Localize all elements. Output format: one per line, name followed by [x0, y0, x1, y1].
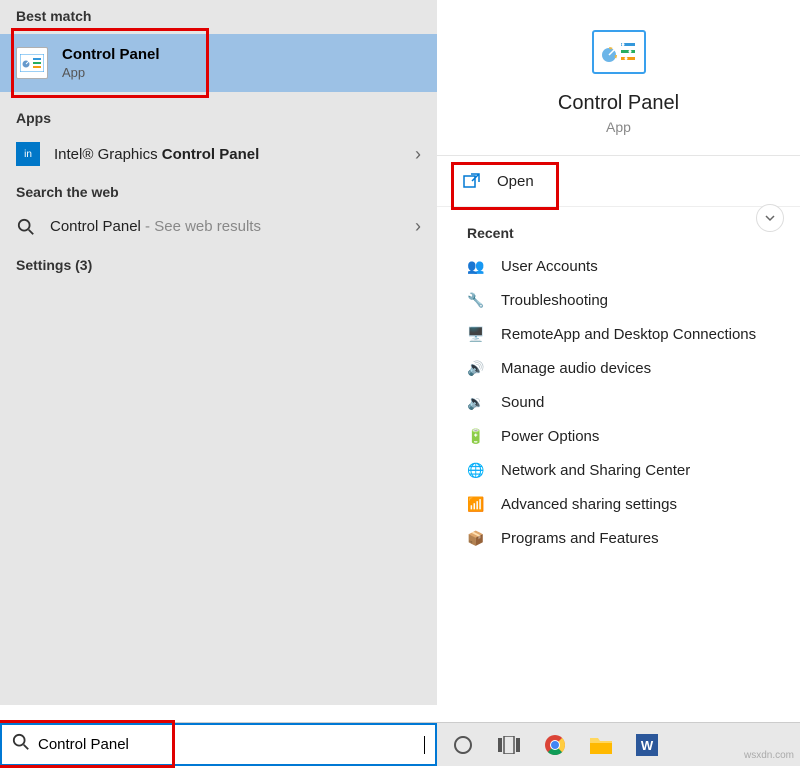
- recent-item-power-options[interactable]: 🔋 Power Options: [437, 419, 800, 453]
- recent-label-text: User Accounts: [501, 258, 598, 275]
- sharing-icon: 📶: [467, 495, 485, 513]
- best-match-heading: Best match: [0, 0, 437, 30]
- user-accounts-icon: 👥: [467, 257, 485, 275]
- app-result-intel-graphics[interactable]: in Intel® Graphics Control Panel ›: [0, 132, 437, 176]
- intel-icon: in: [16, 142, 40, 166]
- file-explorer-icon[interactable]: [581, 725, 621, 765]
- recent-label-text: Advanced sharing settings: [501, 496, 677, 513]
- search-icon: [16, 217, 36, 237]
- search-icon: [12, 733, 30, 756]
- recent-label-text: Network and Sharing Center: [501, 462, 690, 479]
- network-icon: 🌐: [467, 461, 485, 479]
- chevron-right-icon: ›: [415, 144, 421, 165]
- remoteapp-icon: 🖥️: [467, 325, 485, 343]
- recent-item-advanced-sharing[interactable]: 📶 Advanced sharing settings: [437, 487, 800, 521]
- details-pane: Control Panel App Open Recent 👥 User Acco…: [437, 0, 800, 705]
- sound-icon: 🔉: [467, 393, 485, 411]
- chevron-right-icon: ›: [415, 216, 421, 237]
- web-result[interactable]: Control Panel - See web results ›: [0, 206, 437, 247]
- recent-label-text: RemoteApp and Desktop Connections: [501, 326, 756, 343]
- taskbar: Control Panel W: [0, 722, 800, 766]
- best-match-item[interactable]: Control Panel App: [0, 34, 437, 92]
- chrome-icon[interactable]: [535, 725, 575, 765]
- details-header: Control Panel App: [437, 0, 800, 156]
- text-cursor: [424, 736, 425, 754]
- control-panel-icon: [16, 47, 48, 79]
- web-result-suffix: - See web results: [141, 218, 261, 235]
- audio-icon: 🔊: [467, 359, 485, 377]
- best-match-title: Control Panel: [62, 46, 160, 63]
- control-panel-icon-large: [592, 30, 646, 74]
- troubleshooting-icon: 🔧: [467, 291, 485, 309]
- word-icon[interactable]: W: [627, 725, 667, 765]
- open-icon: [463, 172, 481, 190]
- recent-item-audio-devices[interactable]: 🔊 Manage audio devices: [437, 351, 800, 385]
- recent-label-text: Manage audio devices: [501, 360, 651, 377]
- recent-item-remoteapp[interactable]: 🖥️ RemoteApp and Desktop Connections: [437, 317, 800, 351]
- watermark: wsxdn.com: [744, 750, 794, 761]
- web-result-text: Control Panel: [50, 218, 141, 235]
- recent-label-text: Power Options: [501, 428, 599, 445]
- taskbar-search-box[interactable]: Control Panel: [0, 723, 437, 766]
- settings-heading[interactable]: Settings (3): [0, 247, 437, 283]
- recent-item-network-sharing[interactable]: 🌐 Network and Sharing Center: [437, 453, 800, 487]
- expand-button[interactable]: [756, 204, 784, 232]
- recent-item-sound[interactable]: 🔉 Sound: [437, 385, 800, 419]
- details-subtitle: App: [606, 119, 631, 135]
- svg-text:W: W: [641, 738, 654, 753]
- apps-heading: Apps: [0, 102, 437, 132]
- app-result-bold: Control Panel: [162, 146, 260, 163]
- recent-item-user-accounts[interactable]: 👥 User Accounts: [437, 249, 800, 283]
- recent-heading: Recent: [437, 207, 800, 249]
- open-action[interactable]: Open: [437, 156, 800, 207]
- search-input-text: Control Panel: [38, 736, 424, 753]
- app-result-prefix: Intel® Graphics: [54, 146, 162, 163]
- task-view-icon[interactable]: [489, 725, 529, 765]
- best-match-subtitle: App: [62, 65, 160, 80]
- recent-label-text: Sound: [501, 394, 544, 411]
- search-results-pane: Best match Control Panel App Apps in Int…: [0, 0, 437, 705]
- recent-item-troubleshooting[interactable]: 🔧 Troubleshooting: [437, 283, 800, 317]
- programs-icon: 📦: [467, 529, 485, 547]
- search-web-heading: Search the web: [0, 176, 437, 206]
- recent-list: 👥 User Accounts 🔧 Troubleshooting 🖥️ Remote…: [437, 249, 800, 555]
- details-title: Control Panel: [558, 92, 679, 115]
- recent-item-programs-features[interactable]: 📦 Programs and Features: [437, 521, 800, 555]
- power-icon: 🔋: [467, 427, 485, 445]
- recent-label-text: Troubleshooting: [501, 292, 608, 309]
- recent-label-text: Programs and Features: [501, 530, 659, 547]
- cortana-icon[interactable]: [443, 725, 483, 765]
- open-label: Open: [497, 173, 534, 190]
